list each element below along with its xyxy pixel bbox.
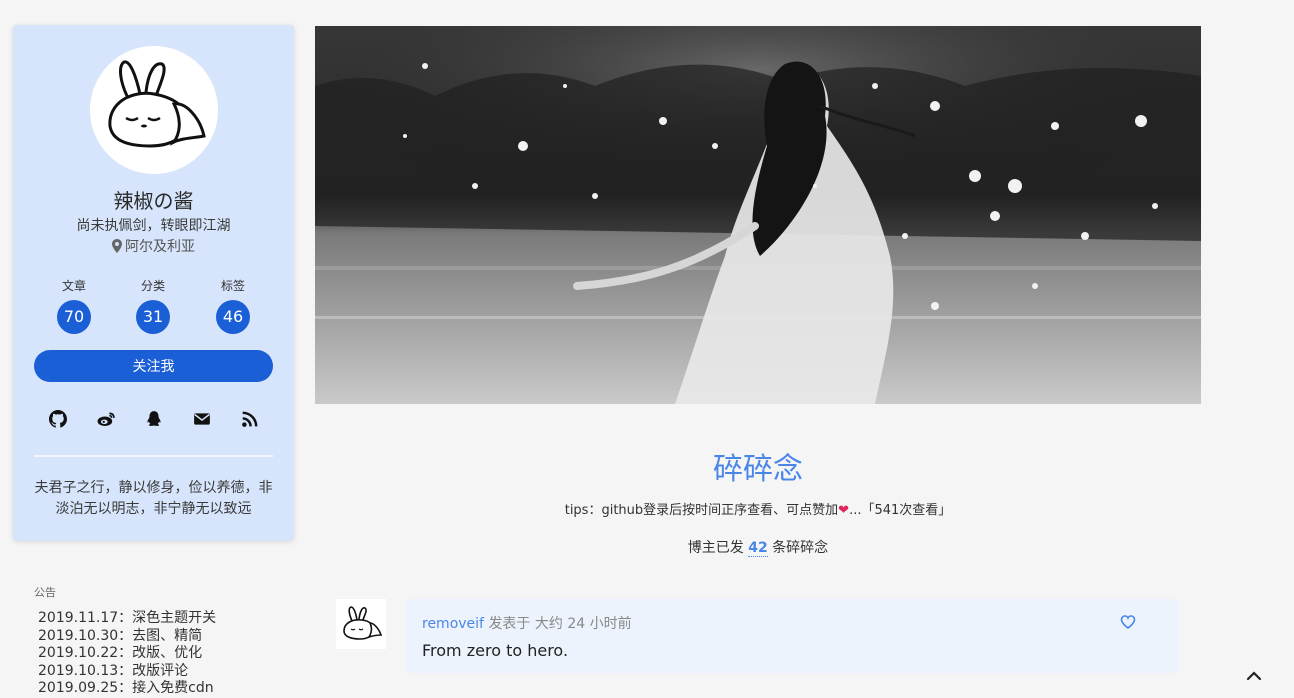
stat-count[interactable]: 70 (57, 300, 91, 334)
hero-image (315, 26, 1201, 404)
announcement-title: 公告 (34, 586, 56, 599)
post-time: 大约 24 小时前 (534, 616, 632, 632)
post-card: removeif 发表于 大约 24 小时前 From zero to hero… (406, 599, 1179, 673)
github-icon[interactable] (49, 410, 67, 428)
announcement-item: 2019.10.30：去图、精简 (38, 627, 203, 644)
tips-text-end: ...「541次查看」 (849, 503, 952, 518)
heart-icon: ❤ (838, 503, 850, 518)
stat-label: 分类 (140, 279, 165, 293)
rss-icon[interactable] (241, 410, 259, 428)
count-suffix: 条碎碎念 (772, 540, 829, 556)
page-title: 碎碎念 (713, 452, 803, 487)
author-location: 阿尔及利亚 (13, 236, 294, 256)
tips-text-start: tips：github登录后按时间正序查看、可点赞加 (564, 503, 839, 518)
stat-articles[interactable]: 文章 70 (57, 277, 91, 334)
stat-count[interactable]: 46 (216, 300, 250, 334)
post-meta: removeif 发表于 大约 24 小时前 (422, 613, 632, 633)
weibo-icon[interactable] (97, 410, 115, 428)
heart-like-icon[interactable] (1120, 614, 1136, 630)
stat-count[interactable]: 31 (136, 300, 170, 334)
post-count-line: 博主已发 42 条碎碎念 (315, 537, 1201, 557)
post-content: From zero to hero. (422, 641, 569, 660)
back-to-top-icon[interactable] (1246, 669, 1262, 681)
announcement-list: 2019.11.17：深色主题开关 2019.10.30：去图、精简 2019.… (38, 610, 216, 698)
post-published-label: 发表于 (488, 616, 531, 632)
announcement-item: 2019.10.13：改版评论 (38, 662, 189, 679)
map-marker-icon (112, 239, 122, 253)
card-divider (34, 455, 273, 457)
announcement-item: 2019.09.25：接入免费cdn (38, 680, 214, 696)
tips-text: tips：github登录后按时间正序查看、可点赞加❤...「541次查看」 (315, 499, 1201, 518)
stat-categories[interactable]: 分类 31 (136, 277, 170, 334)
author-quote: 夫君子之行，静以修身，俭以养德，非淡泊无以明志，非宁静无以致远 (34, 480, 273, 517)
stat-tags[interactable]: 标签 46 (216, 277, 250, 334)
post-author-link[interactable]: removeif (422, 616, 484, 632)
author-name: 辣椒の酱 (113, 189, 194, 213)
count-prefix: 博主已发 (687, 540, 744, 556)
stat-label: 文章 (61, 279, 86, 293)
announcement-item: 2019.10.22：改版、优化 (38, 645, 203, 661)
post-author-avatar[interactable] (336, 599, 386, 649)
location-text: 阿尔及利亚 (125, 239, 195, 255)
profile-card: 辣椒の酱 尚未执佩剑，转眼即江湖 阿尔及利亚 文章 70 分类 31 标签 46… (13, 25, 294, 541)
mail-icon[interactable] (193, 410, 211, 428)
post-count[interactable]: 42 (748, 540, 768, 557)
announcement-item: 2019.11.17：深色主题开关 (38, 610, 217, 626)
qq-icon[interactable] (145, 410, 163, 428)
author-avatar (90, 46, 218, 174)
follow-button[interactable]: 关注我 (34, 350, 273, 382)
stat-label: 标签 (220, 279, 245, 293)
author-motto: 尚未执佩剑，转眼即江湖 (76, 218, 231, 234)
